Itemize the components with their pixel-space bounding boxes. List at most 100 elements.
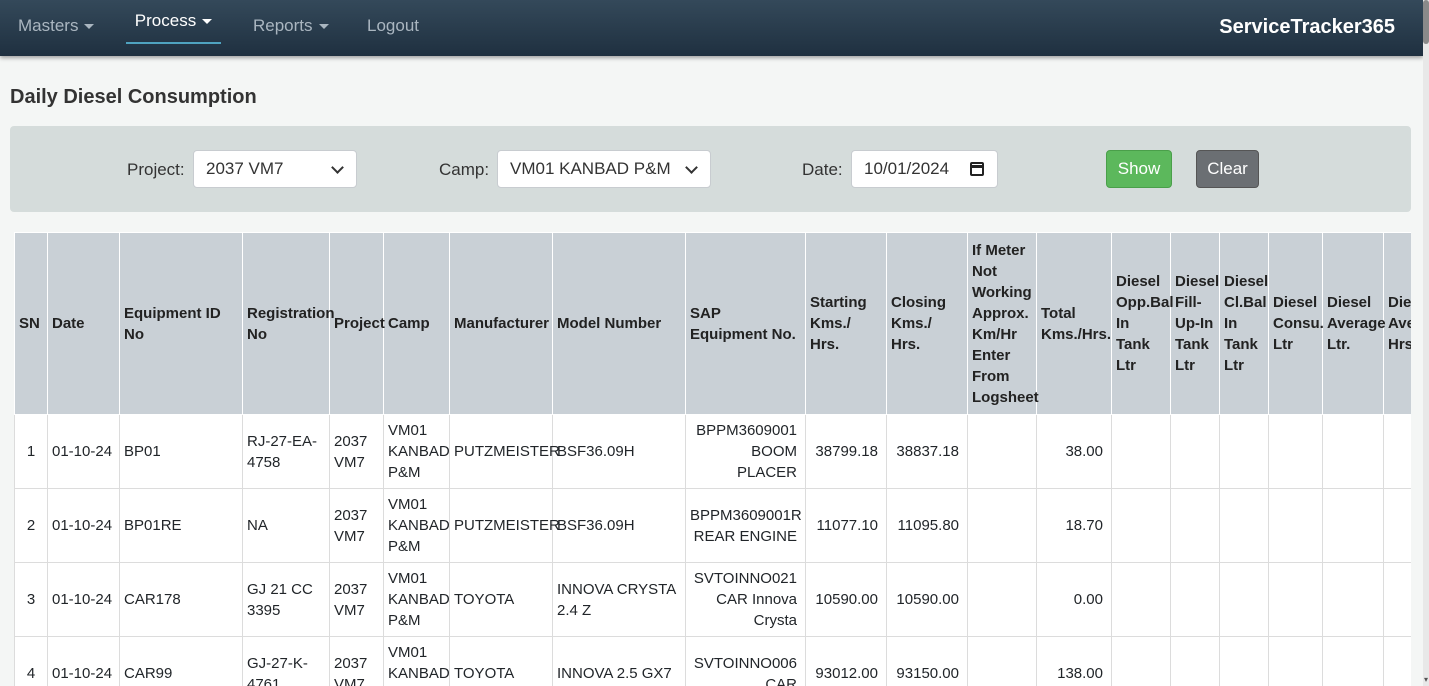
- cell-total: 38.00: [1036, 414, 1112, 489]
- cell-closing: 38837.18: [886, 414, 968, 489]
- nav-reports[interactable]: Reports: [253, 0, 329, 52]
- cell-sap: SVTOINNO006 CAR: [685, 636, 806, 686]
- caret-down-icon: [84, 23, 95, 29]
- cell-sn: 2: [14, 488, 48, 563]
- cell-model: INNOVA CRYSTA 2.4 Z: [552, 562, 686, 637]
- cell-meter: [967, 562, 1037, 637]
- nav-logout[interactable]: Logout: [367, 0, 419, 52]
- cell-sap: BPPM3609001 BOOM PLACER: [685, 414, 806, 489]
- cell-manufacturer: TOYOTA: [449, 636, 553, 686]
- cell-avg-hrs: [1383, 414, 1411, 489]
- cell-manufacturer: PUTZMEISTER: [449, 488, 560, 563]
- scroll-down-arrow-icon[interactable]: ▾: [1423, 675, 1429, 684]
- column-header: Diesel Opp.Bal In Tank Ltr: [1111, 232, 1174, 415]
- cell-consu: [1268, 562, 1323, 637]
- cell-date: 01-10-24: [47, 414, 120, 489]
- clear-button[interactable]: Clear: [1196, 150, 1259, 188]
- column-header: SN: [14, 232, 48, 415]
- column-header: Diesel Consu. Ltr: [1268, 232, 1324, 415]
- cell-project: 2037 VM7: [329, 636, 384, 686]
- brand-logo-text[interactable]: ServiceTracker365: [1219, 0, 1395, 54]
- cell-equipment-id: BP01: [119, 414, 243, 489]
- top-navbar: Masters Process Reports Logout ServiceTr…: [0, 0, 1423, 56]
- column-header: Camp: [383, 232, 450, 415]
- cell-closing: 93150.00: [886, 636, 968, 686]
- cell-opp-bal: [1111, 562, 1171, 637]
- cell-cl-bal: [1219, 414, 1269, 489]
- vertical-scrollbar[interactable]: ▾: [1423, 0, 1429, 686]
- cell-opp-bal: [1111, 636, 1171, 686]
- cell-sap: BPPM3609001R REAR ENGINE: [685, 488, 806, 563]
- column-header: Total Kms./Hrs.: [1036, 232, 1112, 415]
- cell-closing: 11095.80: [886, 488, 968, 563]
- cell-project: 2037 VM7: [329, 562, 384, 637]
- column-header: Equipment ID No: [119, 232, 243, 415]
- column-header: Registration No: [242, 232, 335, 415]
- nav-process[interactable]: Process: [126, 0, 221, 44]
- project-label: Project:: [127, 160, 185, 179]
- project-select-value: 2037 VM7: [206, 159, 284, 178]
- cell-model: BSF36.09H: [552, 414, 686, 489]
- column-header: Model Number: [552, 232, 686, 415]
- nav-masters[interactable]: Masters: [18, 0, 95, 52]
- cell-camp: VM01 KANBAD P&M: [383, 562, 450, 637]
- cell-starting: 10590.00: [805, 562, 887, 637]
- table-row: 4 01-10-24 CAR99 GJ-27-K-4761 2037 VM7 V…: [14, 636, 1411, 686]
- chevron-down-icon: [331, 161, 344, 174]
- consumption-table-container[interactable]: SN Date Equipment ID No Registration No …: [14, 232, 1411, 686]
- cell-fill-up: [1170, 636, 1220, 686]
- cell-starting: 38799.18: [805, 414, 887, 489]
- camp-select[interactable]: VM01 KANBAD P&M: [497, 150, 711, 188]
- filter-panel: Project: 2037 VM7 Camp: VM01 KANBAD P&M …: [10, 126, 1411, 212]
- cell-sn: 3: [14, 562, 48, 637]
- column-header: Diesel Average Ltr.: [1322, 232, 1386, 415]
- cell-registration: GJ-27-K-4761: [242, 636, 330, 686]
- cell-equipment-id: CAR99: [119, 636, 243, 686]
- calendar-icon[interactable]: [970, 162, 984, 176]
- chevron-down-icon: [685, 161, 698, 174]
- cell-registration: RJ-27-EA-4758: [242, 414, 330, 489]
- date-input[interactable]: 10/01/2024: [851, 150, 998, 188]
- cell-project: 2037 VM7: [329, 488, 384, 563]
- cell-average: [1322, 488, 1384, 563]
- cell-equipment-id: BP01RE: [119, 488, 243, 563]
- cell-sn: 1: [14, 414, 48, 489]
- cell-cl-bal: [1219, 562, 1269, 637]
- cell-registration: GJ 21 CC 3395: [242, 562, 330, 637]
- consumption-table: SN Date Equipment ID No Registration No …: [14, 232, 1411, 686]
- cell-registration: NA: [242, 488, 330, 563]
- cell-cl-bal: [1219, 488, 1269, 563]
- cell-closing: 10590.00: [886, 562, 968, 637]
- date-label: Date:: [802, 160, 843, 179]
- cell-sn: 4: [14, 636, 48, 686]
- cell-fill-up: [1170, 414, 1220, 489]
- show-button[interactable]: Show: [1106, 150, 1172, 188]
- cell-total: 138.00: [1036, 636, 1112, 686]
- cell-cl-bal: [1219, 636, 1269, 686]
- cell-starting: 93012.00: [805, 636, 887, 686]
- column-header: Starting Kms./ Hrs.: [805, 232, 887, 415]
- cell-meter: [967, 414, 1037, 489]
- scrollbar-thumb[interactable]: [1423, 0, 1429, 44]
- table-header-row: SN Date Equipment ID No Registration No …: [14, 232, 1411, 415]
- column-header: Diesel Cl.Bal In Tank Ltr: [1219, 232, 1269, 415]
- cell-total: 18.70: [1036, 488, 1112, 563]
- cell-avg-hrs: [1383, 636, 1411, 686]
- nav-masters-label: Masters: [18, 16, 79, 35]
- cell-sap: SVTOINNO021 CAR Innova Crysta: [685, 562, 806, 637]
- caret-down-icon: [202, 18, 213, 24]
- cell-model: INNOVA 2.5 GX7: [552, 636, 686, 686]
- column-header: Diesel Average Hrs: [1383, 232, 1411, 415]
- date-input-value: 10/01/2024: [864, 159, 950, 178]
- cell-camp: VM01 KANBAD P&M: [383, 414, 450, 489]
- project-select[interactable]: 2037 VM7: [193, 150, 357, 188]
- cell-date: 01-10-24: [47, 488, 120, 563]
- column-header: Project: [329, 232, 385, 415]
- caret-down-icon: [318, 23, 329, 29]
- cell-average: [1322, 636, 1384, 686]
- column-header: Diesel Fill-Up-In Tank Ltr: [1170, 232, 1220, 415]
- cell-equipment-id: CAR178: [119, 562, 243, 637]
- table-row: 2 01-10-24 BP01RE NA 2037 VM7 VM01 KANBA…: [14, 488, 1411, 563]
- page-title: Daily Diesel Consumption: [10, 86, 257, 108]
- cell-date: 01-10-24: [47, 562, 120, 637]
